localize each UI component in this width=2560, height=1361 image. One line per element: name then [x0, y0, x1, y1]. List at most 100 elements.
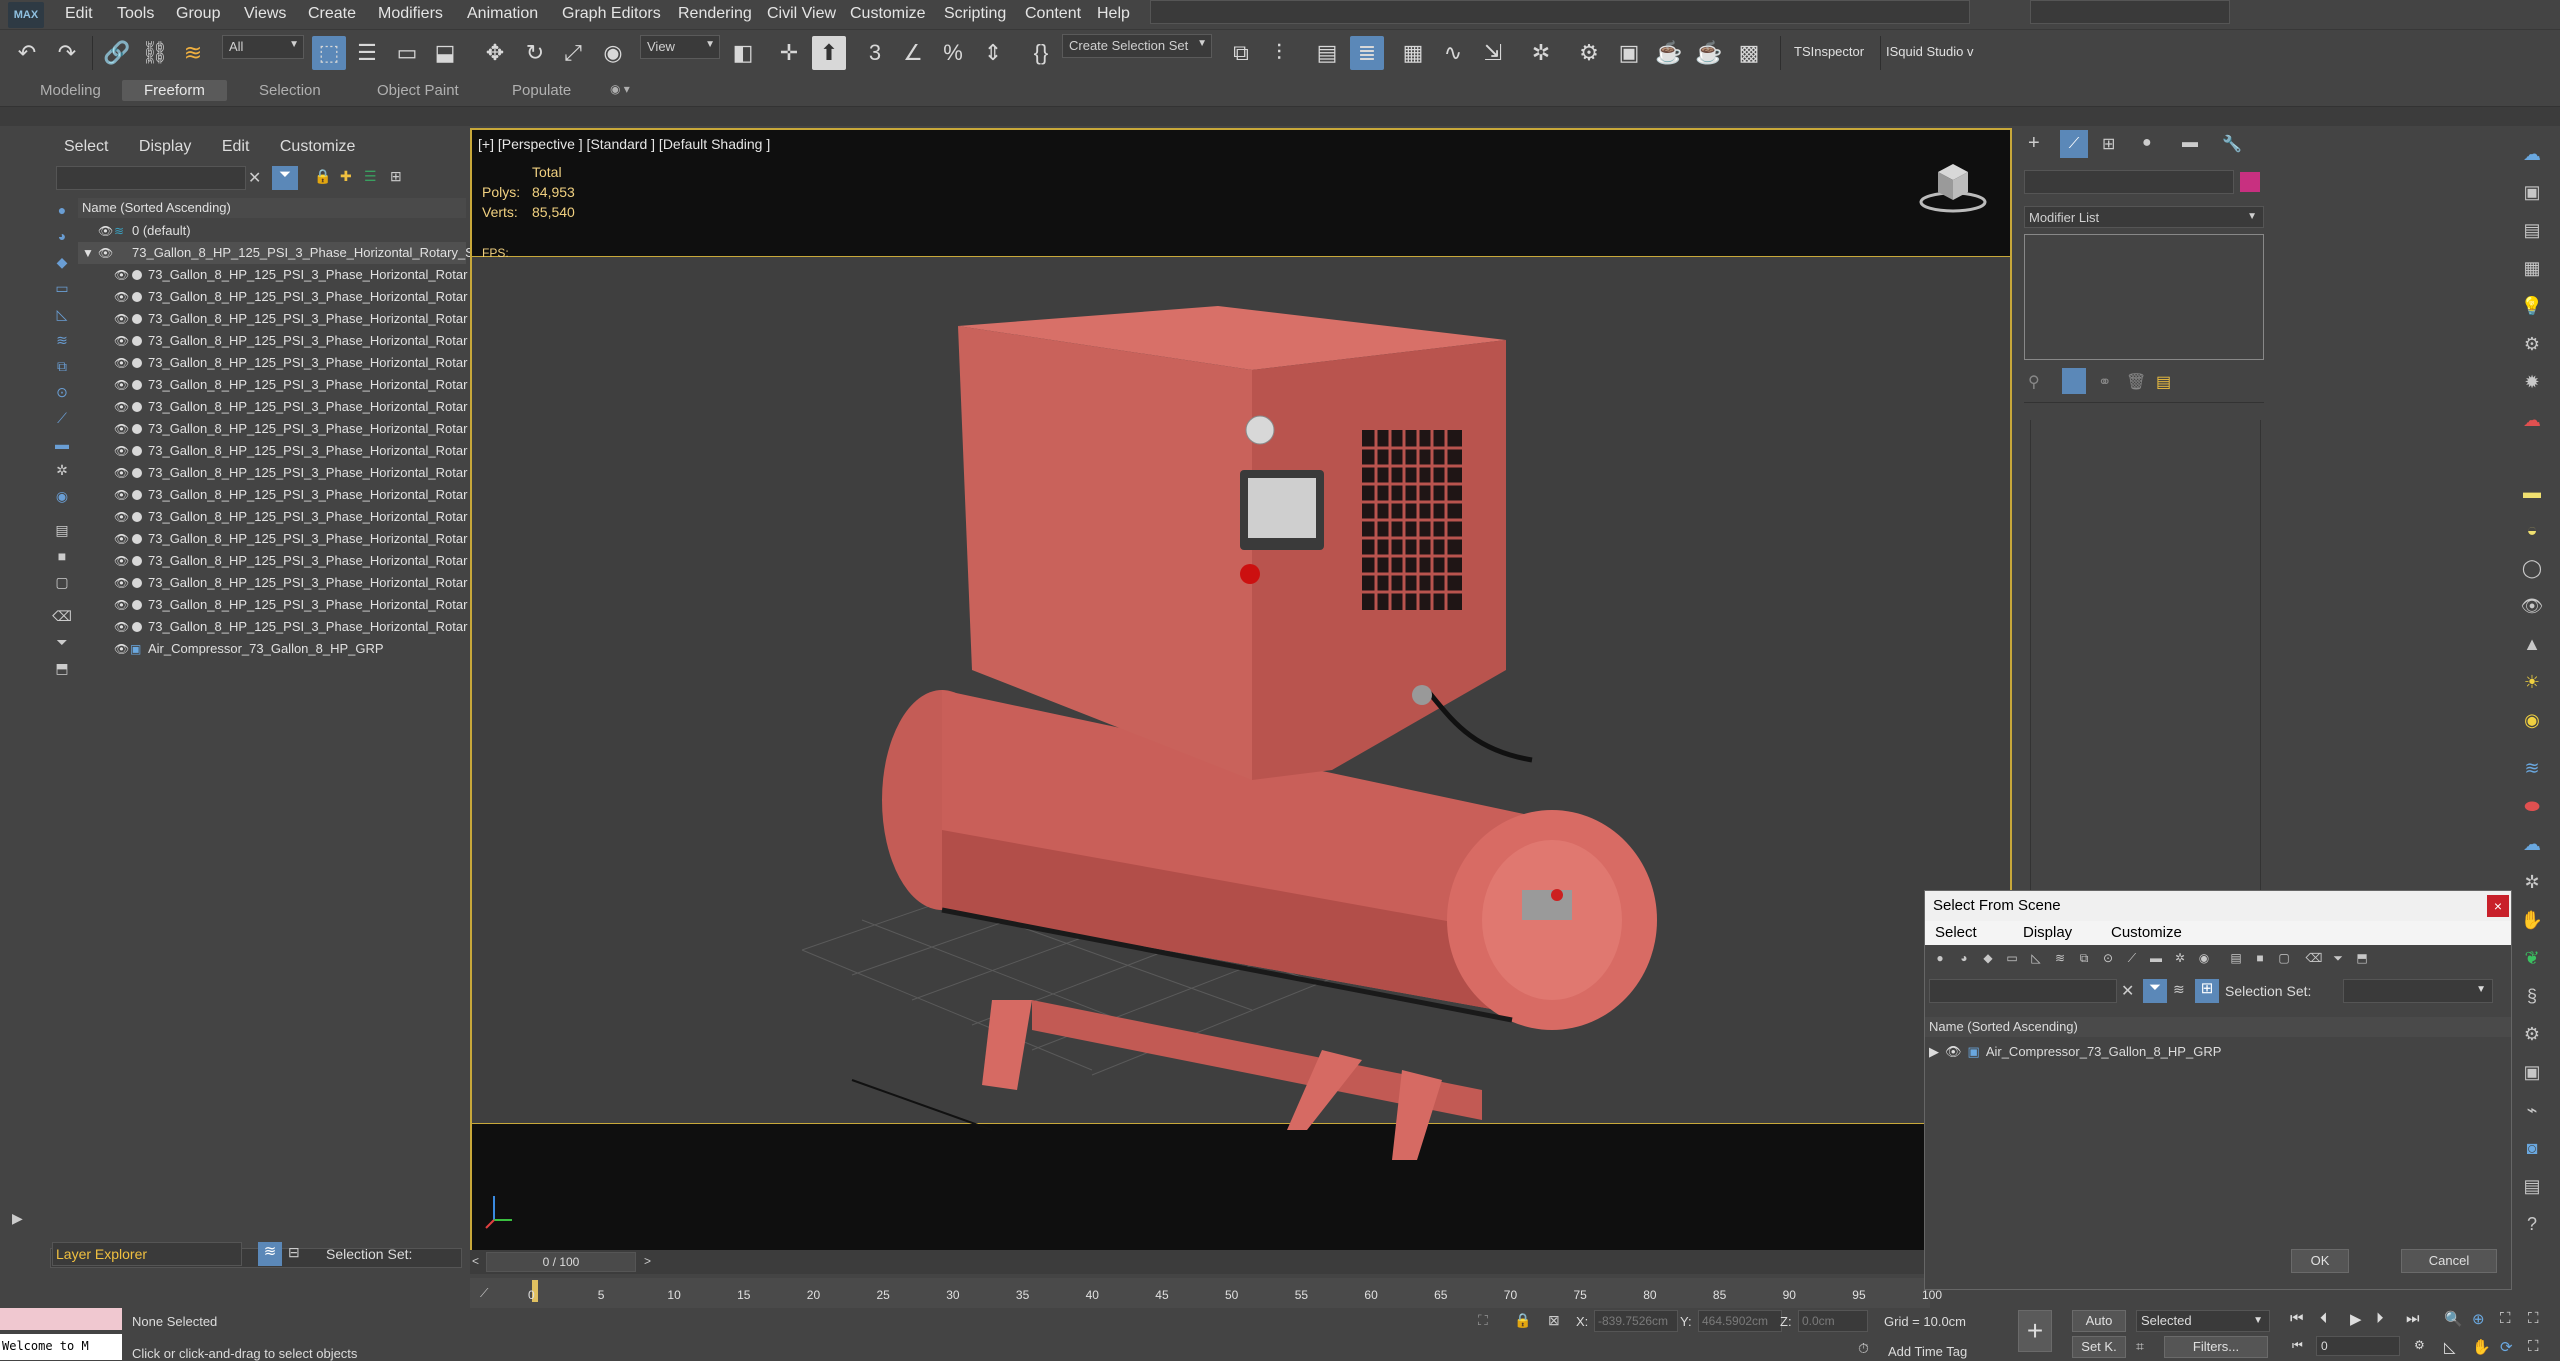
- menu-edit[interactable]: Edit: [65, 5, 93, 23]
- previous-frame-icon[interactable]: ⏴: [2320, 1310, 2328, 1327]
- filter-selection-set-icon[interactable]: ⬒: [2353, 951, 2371, 971]
- key-mode-icon[interactable]: ⌗: [2136, 1338, 2144, 1355]
- isolate-icon[interactable]: ⛶: [1478, 1312, 1488, 1329]
- sign-in-box[interactable]: [2030, 0, 2230, 24]
- selection-set-icon[interactable]: ⬒: [52, 658, 72, 678]
- unlink-icon[interactable]: ⛓: [138, 36, 172, 70]
- zoom-icon[interactable]: 🔍: [2444, 1310, 2463, 1328]
- menu-content[interactable]: Content: [1025, 5, 1081, 23]
- modify-tab-icon[interactable]: ⟋: [2060, 130, 2088, 158]
- list-item[interactable]: 👁 73_Gallon_8_HP_125_PSI_3_Phase_Horizont…: [78, 286, 467, 308]
- dialog-menu-display[interactable]: Display: [2023, 924, 2072, 941]
- next-frame-icon[interactable]: >: [644, 1254, 651, 1268]
- preset-icon[interactable]: ▤: [2520, 1174, 2544, 1198]
- modifier-list-dropdown[interactable]: Modifier List ▼: [2024, 206, 2264, 228]
- filter-hidden-icon[interactable]: ◉: [2195, 951, 2213, 971]
- list-item[interactable]: 👁 ▣ Air_Compressor_73_Gallon_8_HP_GRP: [78, 638, 466, 660]
- reference-coord-dropdown[interactable]: View ▼: [640, 35, 720, 59]
- place-icon[interactable]: ◉: [596, 36, 630, 70]
- eye-icon[interactable]: 👁: [114, 550, 129, 572]
- eye-icon[interactable]: 👁: [114, 308, 129, 330]
- panel-icon[interactable]: ▣: [2520, 180, 2544, 204]
- scatter-icon[interactable]: ✲: [2520, 870, 2544, 894]
- list-item[interactable]: 👁 73_Gallon_8_HP_125_PSI_3_Phase_Horizont…: [78, 528, 467, 550]
- eye-icon[interactable]: 👁: [114, 616, 129, 638]
- menu-scripting[interactable]: Scripting: [944, 5, 1006, 23]
- list-item[interactable]: 👁 ≋ 0 (default): [78, 220, 466, 242]
- filter-spacewarps-icon[interactable]: ≋: [2051, 951, 2069, 971]
- collapse-arrow-icon[interactable]: ▼: [82, 242, 94, 264]
- auto-key-button[interactable]: Auto: [2072, 1310, 2126, 1332]
- select-by-name-icon[interactable]: ☰: [350, 36, 384, 70]
- menu-rendering[interactable]: Rendering: [678, 5, 752, 23]
- filters-button[interactable]: Filters...: [2164, 1336, 2268, 1358]
- scene-list-header[interactable]: Name (Sorted Ascending): [78, 198, 466, 218]
- wire-icon[interactable]: ⌁: [2520, 1098, 2544, 1122]
- grid-panel-icon[interactable]: ▦: [2520, 256, 2544, 280]
- tab-freeform[interactable]: Freeform: [122, 80, 227, 101]
- set-key-button[interactable]: Set K.: [2072, 1336, 2126, 1358]
- toggle-ribbon-icon[interactable]: ▦: [1396, 36, 1430, 70]
- omni-light-icon[interactable]: ◉: [2520, 708, 2544, 732]
- menu-animation[interactable]: Animation: [467, 5, 538, 23]
- filter-icon[interactable]: ⏷: [272, 166, 298, 190]
- angle-snap-icon[interactable]: ∠: [896, 36, 930, 70]
- layer-explorer-toggle-icon[interactable]: ≣: [1350, 36, 1384, 70]
- menu-help[interactable]: Help: [1097, 5, 1130, 23]
- eye-icon[interactable]: 👁: [114, 594, 129, 616]
- app-logo[interactable]: MAX: [8, 2, 44, 28]
- scene-explorer-toggle-icon[interactable]: ▤: [1310, 36, 1344, 70]
- undo-icon[interactable]: ↶: [10, 36, 44, 70]
- list-item[interactable]: 👁 73_Gallon_8_HP_125_PSI_3_Phase_Horizont…: [78, 330, 467, 352]
- show-end-result-icon[interactable]: [2062, 368, 2086, 394]
- hierarchy-icon[interactable]: ⊞: [390, 168, 402, 185]
- list-item[interactable]: ▼ 👁 73_Gallon_8_HP_125_PSI_3_Phase_Horiz…: [78, 242, 474, 264]
- display-shapes-icon[interactable]: ◕: [52, 226, 72, 246]
- eye-icon[interactable]: 👁: [114, 264, 129, 286]
- render-setup-icon[interactable]: ⚙: [1572, 36, 1606, 70]
- layer-toggle-icon[interactable]: ≋: [258, 1242, 282, 1266]
- rope-icon[interactable]: §: [2520, 984, 2544, 1008]
- time-tag-icon[interactable]: ⏱: [1858, 1340, 1869, 1357]
- menu-create[interactable]: Create: [308, 5, 356, 23]
- display-cameras-icon[interactable]: ▭: [52, 278, 72, 298]
- dialog-menu-select[interactable]: Select: [1935, 924, 1977, 941]
- filter-all-icon[interactable]: ■: [2251, 951, 2269, 971]
- dialog-list-header[interactable]: Name (Sorted Ascending): [1925, 1017, 2511, 1037]
- filter-bones-icon[interactable]: ⟋: [2123, 951, 2141, 971]
- next-frame-icon[interactable]: ⏵: [2376, 1310, 2384, 1327]
- key-filter-dropdown[interactable]: Selected ▼: [2136, 1310, 2270, 1332]
- cloth-icon[interactable]: ⬬: [2520, 794, 2544, 818]
- material-editor-icon[interactable]: ✲: [1524, 36, 1558, 70]
- eye-icon[interactable]: 👁: [114, 352, 129, 374]
- filter-funnel-icon[interactable]: ⏷: [2329, 951, 2347, 971]
- lock-selection-icon[interactable]: 🔒: [1514, 1312, 1531, 1329]
- mirror-icon[interactable]: ⧉: [1224, 36, 1258, 70]
- ribbon-options-icon[interactable]: ◉ ▾: [610, 82, 630, 96]
- camera-icon[interactable]: ◙: [2520, 1136, 2544, 1160]
- filter-helpers-icon[interactable]: ◺: [2027, 951, 2045, 971]
- select-manipulate-icon[interactable]: ✛: [772, 36, 806, 70]
- display-lights-icon[interactable]: ◆: [52, 252, 72, 272]
- y-field[interactable]: 464.5902cm: [1698, 1310, 1782, 1332]
- sunlight-icon[interactable]: ☀: [2520, 670, 2544, 694]
- filter-groups-icon[interactable]: ⧉: [2075, 951, 2093, 971]
- menu-modifiers[interactable]: Modifiers: [378, 5, 443, 23]
- rectangular-selection-icon[interactable]: ▭: [390, 36, 424, 70]
- menu-customize[interactable]: Customize: [850, 5, 926, 23]
- cloud-icon[interactable]: ☁: [2520, 408, 2544, 432]
- prev-frame-icon[interactable]: <: [472, 1254, 479, 1268]
- modifier-stack[interactable]: [2024, 234, 2264, 360]
- time-config-icon[interactable]: ⚙: [2414, 1338, 2425, 1352]
- display-helpers-icon[interactable]: ◺: [52, 304, 72, 324]
- eye-icon[interactable]: 👁: [114, 440, 129, 462]
- eye-icon[interactable]: 👁: [114, 330, 129, 352]
- invert-display-icon[interactable]: ⌫: [52, 606, 72, 626]
- menu-group[interactable]: Group: [176, 5, 220, 23]
- eye-icon[interactable]: 👁: [114, 396, 129, 418]
- go-to-end-icon[interactable]: ⏭: [2406, 1310, 2420, 1327]
- list-item[interactable]: 👁 73_Gallon_8_HP_125_PSI_3_Phase_Horizont…: [78, 440, 467, 462]
- display-bones-icon[interactable]: ⟋: [52, 408, 72, 428]
- scene-menu-display[interactable]: Display: [139, 138, 191, 155]
- eye-icon[interactable]: 👁: [114, 286, 129, 308]
